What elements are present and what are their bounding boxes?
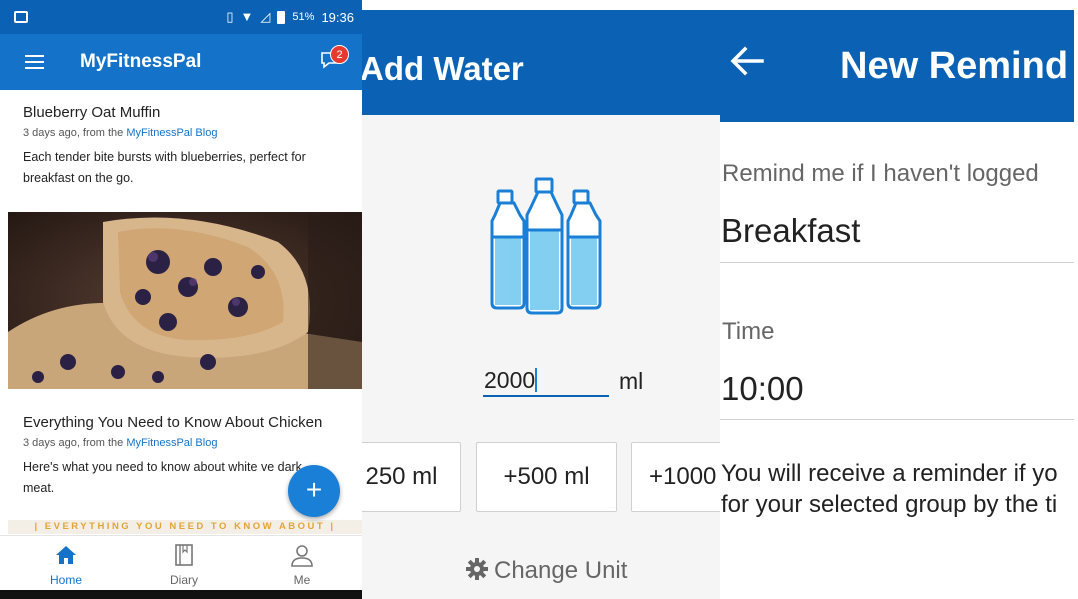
text-cursor [535, 368, 538, 392]
add-water-header: Add Water [362, 10, 720, 115]
page-title: Add Water [362, 50, 524, 87]
unit-label: ml [619, 368, 644, 394]
time-field[interactable]: 10:00 [721, 370, 804, 408]
back-arrow-icon[interactable] [730, 46, 764, 76]
card-meta-text: 3 days ago, from the [23, 127, 127, 139]
bottom-navigation: Home Diary Me [0, 535, 362, 590]
water-amount-row: 2000 ml [483, 362, 683, 402]
meal-select[interactable]: Breakfast [721, 212, 860, 250]
card-meta-text: 3 days ago, from the [23, 437, 127, 449]
reminder-header: New Remind [720, 10, 1074, 122]
card-title: Blueberry Oat Muffin [23, 104, 161, 121]
nav-label: Home [49, 573, 82, 587]
person-icon [291, 545, 313, 567]
page-title: New Remind [840, 45, 1069, 87]
water-amount-value: 2000 [484, 367, 536, 393]
blog-link[interactable]: MyFitnessPal Blog [126, 437, 217, 449]
nav-home[interactable]: Home [26, 542, 106, 587]
home-feed-screen: ▯ ▼ ◿ 51% 19:36 MyFitnessPal 2 Blueberry… [0, 0, 362, 599]
card-meta: 3 days ago, from the MyFitnessPal Blog [23, 127, 348, 139]
time-label: Time [722, 318, 775, 345]
remind-if-not-logged-label: Remind me if I haven't logged [722, 160, 1039, 187]
help-text-line: You will receive a reminder if yo [721, 460, 1058, 487]
add-250ml-button[interactable]: 250 ml [362, 442, 461, 512]
add-1000ml-button[interactable]: +1000 ml [631, 442, 720, 512]
change-unit-button[interactable]: Change Unit [466, 557, 627, 585]
home-icon [56, 546, 76, 564]
nav-label: Diary [169, 573, 198, 587]
divider [720, 419, 1074, 420]
battery-icon [277, 10, 286, 24]
card-title: Everything You Need to Know About Chicke… [23, 414, 323, 431]
status-bar: ▯ ▼ ◿ 51% 19:36 [0, 0, 362, 34]
feed-card-muffin[interactable]: Blueberry Oat Muffin 3 days ago, from th… [0, 104, 362, 189]
divider [720, 262, 1074, 263]
new-reminder-screen: New Remind Remind me if I haven't logged… [720, 0, 1078, 599]
wifi-icon: ▼ [240, 9, 254, 24]
system-nav-bar [0, 590, 362, 599]
app-bar: MyFitnessPal 2 [0, 34, 362, 90]
no-signal-icon: ◿ [260, 9, 271, 24]
image-notification-icon [14, 11, 28, 23]
card-body: Each tender bite bursts with blueberries… [23, 150, 306, 185]
clock: 19:36 [321, 9, 354, 25]
muffin-photo[interactable] [8, 212, 362, 389]
nav-diary[interactable]: Diary [144, 542, 224, 587]
card-meta: 3 days ago, from the MyFitnessPal Blog [23, 437, 348, 449]
reminder-help-text: You will receive a reminder if yo for yo… [721, 458, 1078, 520]
card-body: Here's what you need to know about white… [23, 460, 302, 495]
blog-link[interactable]: MyFitnessPal Blog [126, 127, 217, 139]
add-button[interactable]: + [288, 465, 340, 517]
notification-badge: 2 [330, 45, 349, 64]
add-500ml-button[interactable]: +500 ml [476, 442, 617, 512]
help-text-line: for your selected group by the ti [721, 491, 1058, 518]
water-bottles-icon [490, 177, 602, 315]
add-water-screen: Add Water 2000 ml 250 ml +500 ml +1000 C… [362, 0, 720, 599]
screenshot-collage: ▯ ▼ ◿ 51% 19:36 MyFitnessPal 2 Blueberry… [0, 0, 1078, 599]
article-banner: | EVERYTHING YOU NEED TO KNOW ABOUT | [8, 520, 362, 534]
battery-percent: 51% [292, 11, 315, 23]
diary-icon [175, 544, 193, 566]
nav-label: Me [293, 573, 311, 587]
gear-icon [466, 558, 488, 580]
app-title: MyFitnessPal [80, 51, 202, 72]
vibrate-icon: ▯ [226, 9, 234, 24]
nav-me[interactable]: Me [262, 542, 342, 587]
water-amount-input[interactable]: 2000 [483, 365, 609, 397]
change-unit-label: Change Unit [494, 557, 628, 584]
menu-icon[interactable] [25, 55, 44, 69]
